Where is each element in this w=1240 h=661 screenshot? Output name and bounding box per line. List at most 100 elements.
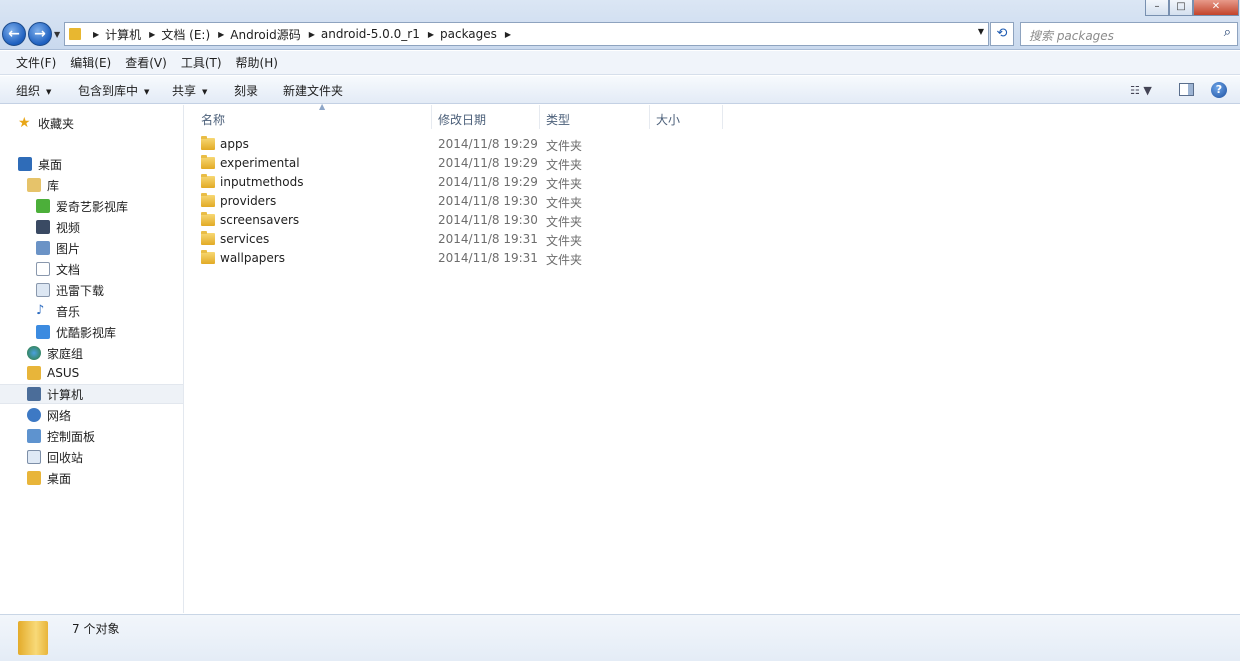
breadcrumb-computer[interactable]: 计算机 <box>105 26 141 43</box>
column-name-label: 名称 <box>201 113 226 127</box>
nav-favorites[interactable]: ★ 收藏夹 <box>18 113 74 133</box>
nav-lib-youku[interactable]: 优酷影视库 <box>36 322 116 342</box>
nav-lib-documents[interactable]: 文档 <box>36 259 80 279</box>
file-name: screensavers <box>220 213 300 227</box>
file-modified: 2014/11/8 19:31 <box>438 251 538 265</box>
nav-asus-label: ASUS <box>47 366 80 380</box>
breadcrumb-android-source[interactable]: Android源码 <box>230 26 300 43</box>
nav-recycle-bin[interactable]: 回收站 <box>27 447 83 467</box>
file-name: wallpapers <box>220 251 285 265</box>
nav-lib-youku-label: 优酷影视库 <box>56 325 117 340</box>
column-header-modified[interactable]: 修改日期 <box>432 105 540 129</box>
nav-lib-xunlei-label: 迅雷下载 <box>56 283 105 298</box>
nav-favorites-label: 收藏夹 <box>38 116 75 131</box>
address-history-dropdown[interactable]: ▼ <box>978 27 984 36</box>
nav-libraries[interactable]: 库 <box>27 175 59 195</box>
help-icon[interactable]: ? <box>1211 82 1227 98</box>
nav-lib-pictures[interactable]: 图片 <box>36 238 80 258</box>
caret-down-icon: ▼ <box>144 87 150 96</box>
command-bar: 组织 ▼ 包含到库中 ▼ 共享 ▼ 刻录 新建文件夹 ☷ ▼ ? <box>0 76 1240 104</box>
search-icon[interactable]: ⌕ <box>1224 25 1231 40</box>
breadcrumb-drive[interactable]: 文档 (E:) <box>161 26 210 43</box>
chevron-right-icon[interactable]: ▶ <box>505 30 511 39</box>
control-panel-icon <box>27 429 41 443</box>
network-icon <box>27 408 41 422</box>
maximize-button[interactable]: □ <box>1169 0 1193 16</box>
nav-lib-music[interactable]: ♪ 音乐 <box>36 301 80 321</box>
file-name: inputmethods <box>220 175 304 189</box>
column-header-name[interactable]: ▲ 名称 <box>195 102 432 129</box>
include-library-button[interactable]: 包含到库中 ▼ <box>78 82 149 99</box>
breadcrumb-android-version[interactable]: android-5.0.0_r1 <box>321 27 420 41</box>
file-list-pane: ▲ 名称 修改日期 类型 大小 apps 2014/11/8 19:29 文件夹… <box>185 102 1240 613</box>
file-type: 文件夹 <box>546 234 583 248</box>
chevron-right-icon[interactable]: ▶ <box>218 30 224 39</box>
chevron-right-icon[interactable]: ▶ <box>309 30 315 39</box>
organize-label: 组织 <box>16 84 41 98</box>
view-options-icon[interactable]: ☷ ▼ <box>1130 84 1152 97</box>
nav-lib-iqiyi[interactable]: 爱奇艺影视库 <box>36 196 128 216</box>
nav-asus[interactable]: ASUS <box>27 363 79 383</box>
file-modified: 2014/11/8 19:30 <box>438 213 538 227</box>
file-row[interactable]: apps 2014/11/8 19:29 文件夹 <box>197 135 617 154</box>
organize-button[interactable]: 组织 ▼ <box>16 82 51 99</box>
file-row[interactable]: wallpapers 2014/11/8 19:31 文件夹 <box>197 249 617 268</box>
menu-edit[interactable]: 编辑(E) <box>64 52 117 73</box>
details-pane: 7 个对象 <box>0 614 1240 661</box>
column-header-type[interactable]: 类型 <box>540 105 650 129</box>
nav-homegroup[interactable]: 家庭组 <box>27 343 83 363</box>
picture-icon <box>36 241 50 255</box>
nav-computer[interactable]: 计算机 <box>0 384 183 404</box>
breadcrumb-packages[interactable]: packages <box>440 27 497 41</box>
music-icon: ♪ <box>36 303 45 318</box>
recycle-bin-icon <box>27 450 41 464</box>
nav-desktop-folder-label: 桌面 <box>47 471 72 486</box>
folder-icon <box>201 155 215 169</box>
forward-button[interactable]: → <box>28 22 52 46</box>
homegroup-icon <box>27 346 41 360</box>
new-folder-button[interactable]: 新建文件夹 <box>283 82 343 99</box>
nav-desktop-folder[interactable]: 桌面 <box>27 468 71 488</box>
desktop-icon <box>18 157 32 171</box>
file-row[interactable]: inputmethods 2014/11/8 19:29 文件夹 <box>197 173 617 192</box>
refresh-button[interactable]: ⟲ <box>990 22 1014 46</box>
close-button[interactable]: ✕ <box>1193 0 1239 16</box>
file-row[interactable]: providers 2014/11/8 19:30 文件夹 <box>197 192 617 211</box>
nav-control-panel[interactable]: 控制面板 <box>27 426 95 446</box>
nav-lib-xunlei[interactable]: 迅雷下载 <box>36 280 104 300</box>
library-icon <box>27 178 41 192</box>
forward-arrow-icon: → <box>34 26 46 42</box>
share-label: 共享 <box>172 84 197 98</box>
minimize-button[interactable]: – <box>1145 0 1169 16</box>
nav-desktop[interactable]: 桌面 <box>18 154 62 174</box>
share-button[interactable]: 共享 ▼ <box>172 82 207 99</box>
file-row[interactable]: experimental 2014/11/8 19:29 文件夹 <box>197 154 617 173</box>
file-row[interactable]: screensavers 2014/11/8 19:30 文件夹 <box>197 211 617 230</box>
recent-pages-dropdown[interactable]: ▼ <box>54 30 60 39</box>
menu-file[interactable]: 文件(F) <box>10 52 62 73</box>
preview-pane-icon[interactable] <box>1179 83 1194 96</box>
file-modified: 2014/11/8 19:29 <box>438 175 538 189</box>
navigation-pane: ★ 收藏夹 桌面 库 爱奇艺影视库 视频 图片 文档 迅雷下载 ♪ 音乐 优酷影… <box>0 105 184 613</box>
folder-icon <box>201 231 215 245</box>
video-icon <box>36 220 50 234</box>
menu-view[interactable]: 查看(V) <box>119 52 173 73</box>
file-type: 文件夹 <box>546 177 583 191</box>
menu-help[interactable]: 帮助(H) <box>230 52 284 73</box>
column-header-size[interactable]: 大小 <box>650 105 723 129</box>
address-bar[interactable]: ▶ 计算机 ▶ 文档 (E:) ▶ Android源码 ▶ android-5.… <box>64 22 989 46</box>
nav-computer-label: 计算机 <box>47 387 84 402</box>
back-button[interactable]: ← <box>2 22 26 46</box>
burn-button[interactable]: 刻录 <box>234 82 258 99</box>
document-icon <box>36 262 50 276</box>
nav-control-panel-label: 控制面板 <box>47 429 96 444</box>
nav-lib-videos[interactable]: 视频 <box>36 217 80 237</box>
chevron-right-icon[interactable]: ▶ <box>149 30 155 39</box>
menu-tools[interactable]: 工具(T) <box>175 52 228 73</box>
chevron-right-icon[interactable]: ▶ <box>428 30 434 39</box>
search-input[interactable]: 搜索 packages ⌕ <box>1020 22 1238 46</box>
youku-library-icon <box>36 325 50 339</box>
nav-network[interactable]: 网络 <box>27 405 71 425</box>
chevron-right-icon[interactable]: ▶ <box>93 30 99 39</box>
file-row[interactable]: services 2014/11/8 19:31 文件夹 <box>197 230 617 249</box>
